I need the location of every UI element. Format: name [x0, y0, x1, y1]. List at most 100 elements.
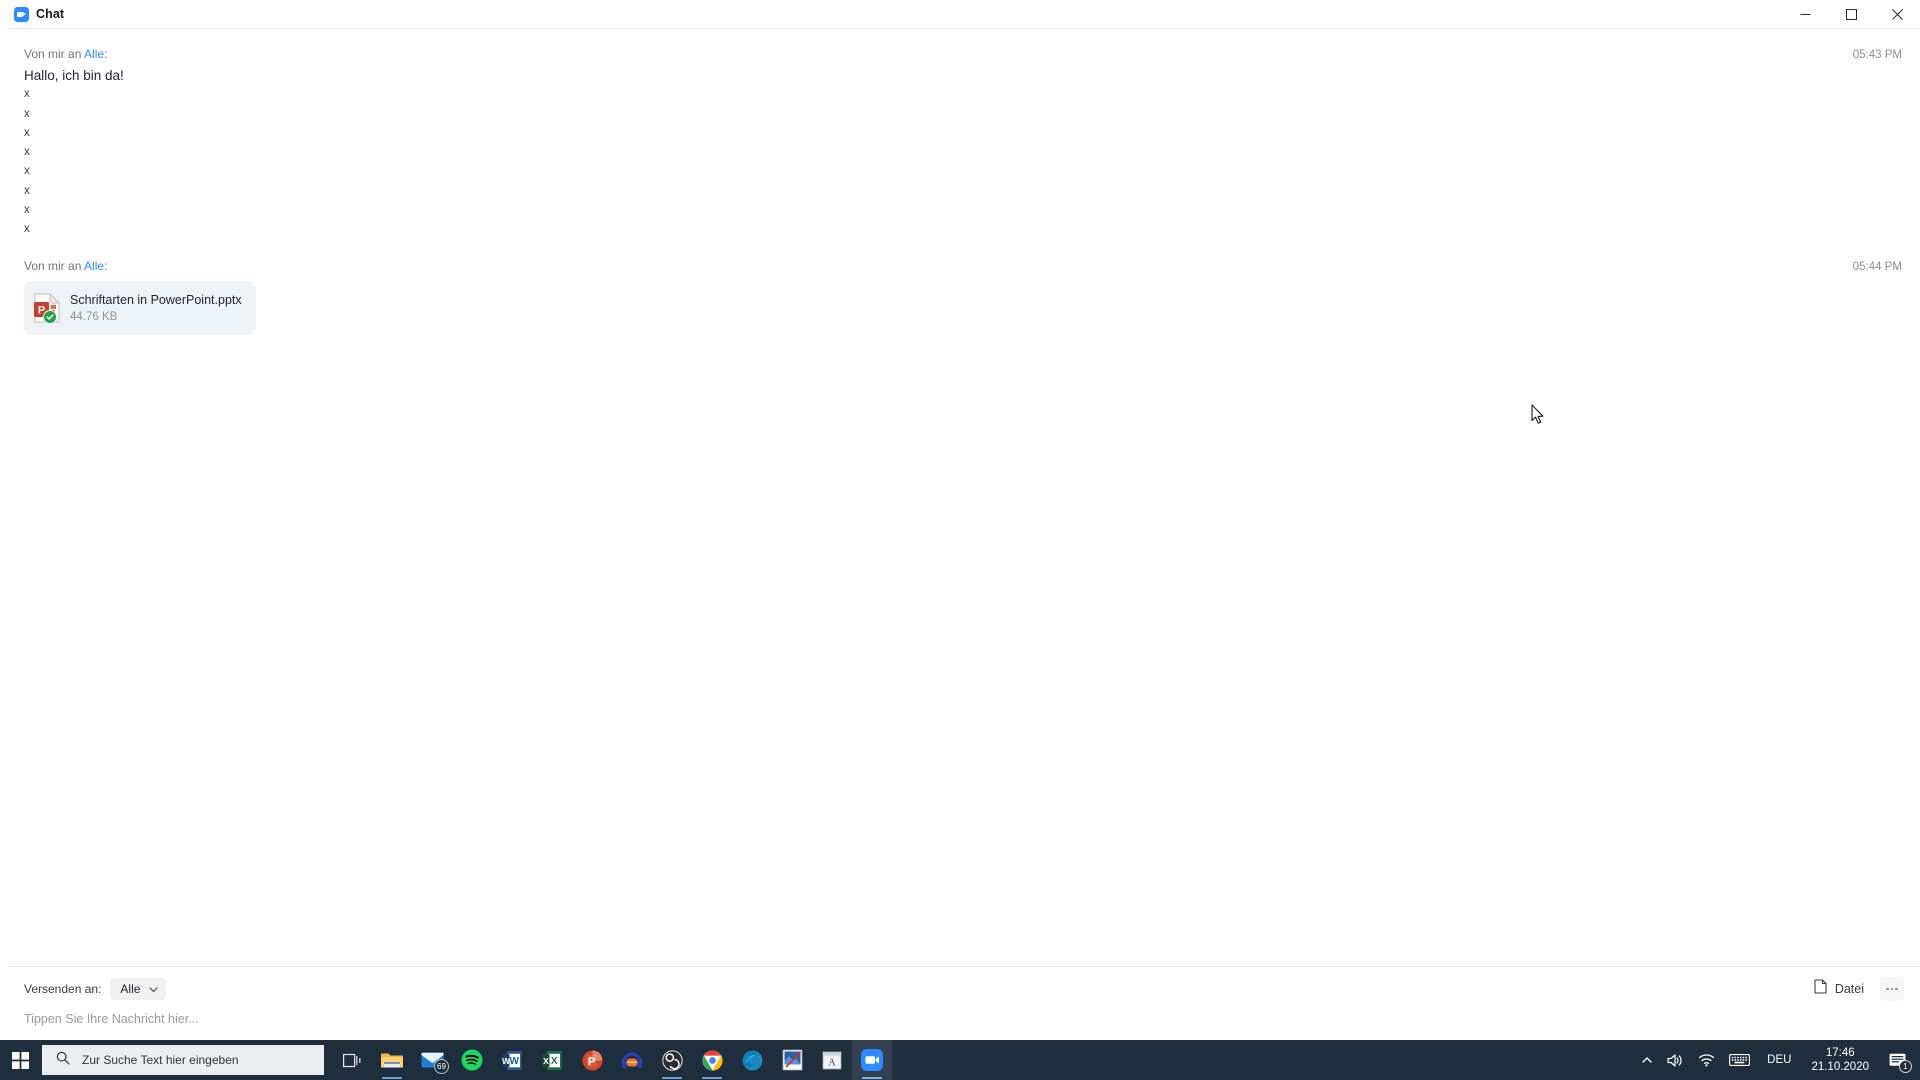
taskbar-item-audacity[interactable] [612, 1040, 652, 1080]
compose-toolbar: Versenden an: Alle Datei [24, 977, 1904, 1001]
message-sender: Von mir an Alle: [24, 47, 108, 61]
chat-message-group: Von mir an Alle: 05:43 PM Hallo, ich bin… [8, 47, 1920, 240]
taskbar-item-spotify[interactable] [452, 1040, 492, 1080]
taskbar-item-microsoft-edge[interactable] [732, 1040, 772, 1080]
message-text: Hallo, ich bin da! [24, 68, 124, 83]
screen: Chat Von mir an Alle: 05:43 PM Hallo, ic… [0, 0, 1920, 1080]
volume-icon[interactable] [1660, 1040, 1691, 1080]
minimize-button[interactable] [1782, 0, 1828, 29]
search-icon [56, 1051, 70, 1070]
taskbar-item-excel[interactable]: X X [532, 1040, 572, 1080]
svg-text:X: X [551, 1056, 558, 1067]
taskbar-item-font-viewer[interactable]: A [812, 1040, 852, 1080]
svg-text:W: W [502, 1056, 511, 1066]
message-line: x [24, 223, 30, 236]
send-to-value: Alle [120, 982, 141, 996]
chevron-down-icon [149, 985, 159, 994]
window-titlebar[interactable]: Chat [8, 0, 1920, 29]
zoom-chat-window: Chat Von mir an Alle: 05:43 PM Hallo, ic… [8, 0, 1920, 1040]
download-complete-check-icon [43, 309, 57, 324]
powerpoint-icon: P [582, 1050, 602, 1070]
spotify-icon [461, 1049, 483, 1071]
word-icon: W W [502, 1050, 522, 1070]
chrome-icon [702, 1050, 722, 1070]
obs-icon [661, 1049, 683, 1071]
task-view-icon [342, 1053, 360, 1067]
close-button[interactable] [1874, 0, 1920, 29]
mail-unread-badge: 69 [434, 1059, 449, 1074]
send-to-dropdown[interactable]: Alle [110, 978, 167, 1000]
message-line: x [24, 126, 30, 139]
message-recipient: Alle [84, 47, 105, 61]
more-options-icon [1886, 987, 1889, 991]
taskbar-item-task-view[interactable] [332, 1040, 372, 1080]
file-attachment-card[interactable]: P Schriftarten in PowerPoint.pptx 44.76 … [24, 280, 256, 335]
message-line: x [24, 107, 30, 120]
message-header: Von mir an Alle: 05:44 PM [24, 259, 1906, 273]
search-input[interactable]: Zur Suche Text hier eingeben [42, 1045, 324, 1075]
message-line: x [24, 146, 30, 159]
send-to-group: Versenden an: Alle [24, 978, 167, 1000]
system-tray: DEU 17:46 21.10.2020 1 [1634, 1040, 1920, 1080]
clock[interactable]: 17:46 21.10.2020 [1801, 1040, 1879, 1080]
attach-file-button[interactable]: Datei [1810, 977, 1868, 1001]
file-meta: Schriftarten in PowerPoint.pptx 44.76 KB [70, 293, 242, 323]
titlebar-left: Chat [8, 6, 64, 22]
attach-file-label: Datei [1834, 982, 1864, 996]
windows-start-icon[interactable] [0, 1040, 40, 1080]
action-center-button[interactable]: 1 [1879, 1040, 1916, 1080]
clock-date: 21.10.2020 [1811, 1061, 1869, 1073]
message-line: x [24, 204, 30, 217]
message-line: x [24, 184, 30, 197]
taskbar-item-word[interactable]: W W [492, 1040, 532, 1080]
compose-bar: Versenden an: Alle Datei Tippen Sie Ihre… [8, 966, 1920, 1040]
edge-icon [742, 1050, 762, 1070]
wifi-icon[interactable] [1691, 1040, 1722, 1080]
message-sender: Von mir an Alle: [24, 258, 108, 273]
message-line: x [24, 88, 30, 101]
file-icon [1814, 979, 1827, 999]
font-viewer-icon: A [822, 1051, 842, 1069]
mouse-cursor [1531, 404, 1544, 424]
touch-keyboard-icon[interactable] [1722, 1040, 1757, 1080]
show-hidden-icons-chevron[interactable] [1634, 1040, 1660, 1080]
message-recipient: Alle [84, 258, 105, 273]
clock-time: 17:46 [1825, 1047, 1855, 1059]
file-size: 44.76 KB [70, 310, 118, 323]
more-options-button[interactable] [1880, 977, 1904, 1001]
message-extra-lines: x x x x x x x x [24, 85, 1906, 239]
zoom-icon [861, 1049, 883, 1071]
message-input[interactable]: Tippen Sie Ihre Nachricht hier... [24, 1012, 1904, 1026]
taskbar-item-file-explorer[interactable] [372, 1040, 412, 1080]
taskbar-item-obs-studio[interactable] [652, 1040, 692, 1080]
chat-message-group: Von mir an Alle: 05:44 PM P Schriftarten… [8, 259, 1920, 335]
taskbar-item-google-chrome[interactable] [692, 1040, 732, 1080]
compose-actions: Datei [1810, 977, 1904, 1001]
file-icon-wrapper: P [34, 292, 60, 324]
svg-text:A: A [828, 1057, 836, 1068]
file-name: Schriftarten in PowerPoint.pptx [70, 292, 242, 307]
language-indicator[interactable]: DEU [1757, 1054, 1801, 1066]
taskbar-item-zoom[interactable] [852, 1040, 892, 1080]
message-timestamp: 05:43 PM [1852, 49, 1902, 61]
message-header: Von mir an Alle: 05:43 PM [24, 47, 1906, 61]
message-timestamp: 05:44 PM [1852, 260, 1902, 273]
windows-taskbar: Zur Suche Text hier eingeben 69 W W X X … [0, 1040, 1920, 1080]
photo-editor-icon [782, 1049, 802, 1071]
taskbar-app-list: 69 W W X X P A [332, 1040, 892, 1080]
notification-count-badge: 1 [1899, 1060, 1912, 1073]
maximize-button[interactable] [1828, 0, 1874, 29]
chat-message-list[interactable]: Von mir an Alle: 05:43 PM Hallo, ich bin… [8, 29, 1920, 966]
svg-text:W: W [509, 1056, 519, 1067]
taskbar-item-mail[interactable]: 69 [412, 1040, 452, 1080]
svg-text:P: P [587, 1056, 594, 1068]
send-to-label: Versenden an: [24, 982, 102, 996]
taskbar-item-powerpoint[interactable]: P [572, 1040, 612, 1080]
taskbar-item-photo-editor[interactable] [772, 1040, 812, 1080]
window-controls [1782, 0, 1920, 29]
excel-icon: X X [542, 1050, 562, 1070]
audacity-icon [622, 1052, 642, 1068]
message-line: x [24, 165, 30, 178]
zoom-video-icon [14, 6, 29, 22]
file-explorer-icon [381, 1053, 403, 1068]
